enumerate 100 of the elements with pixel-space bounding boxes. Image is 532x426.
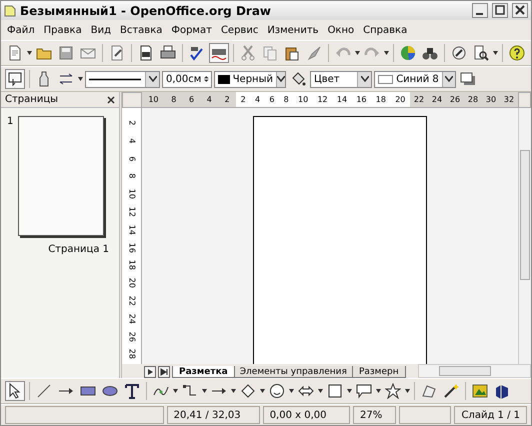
caret-icon[interactable] [173, 389, 178, 393]
smiley-button[interactable] [267, 381, 287, 401]
pie-chart-button[interactable] [398, 43, 418, 63]
wand-icon [443, 383, 459, 399]
square-icon [327, 383, 343, 399]
caret-icon[interactable] [318, 389, 323, 393]
caret-icon[interactable] [260, 389, 265, 393]
vertical-scrollbar[interactable] [518, 108, 531, 364]
fill-bucket-icon [290, 71, 306, 87]
maximize-icon[interactable] [492, 3, 508, 18]
menu-item[interactable]: Изменить [267, 24, 319, 36]
ruler-label: 24 [432, 95, 442, 104]
line-color-dropdown[interactable]: Черный [214, 70, 286, 88]
ruler-label: 6 [189, 95, 194, 104]
diamond-icon [240, 383, 256, 399]
ruler-label: 10 [148, 95, 159, 104]
ruler-label: 20 [126, 276, 137, 290]
menu-item[interactable]: Формат [171, 24, 212, 36]
minimize-icon[interactable] [472, 3, 488, 18]
paste-icon [284, 45, 300, 61]
app-icon [4, 4, 16, 16]
ruler-label: 20 [395, 95, 406, 104]
ruler-label: 30 [486, 95, 496, 104]
line-style-dropdown[interactable] [85, 70, 160, 88]
text-tool-icon [124, 383, 140, 399]
arrow-style-icon [58, 71, 74, 87]
page-thumbnail[interactable] [18, 116, 104, 236]
last-tab-button[interactable] [158, 366, 170, 378]
menu-item[interactable]: Справка [363, 24, 408, 36]
ruler-label: 26 [450, 95, 460, 104]
scrollbar-up-button[interactable] [518, 92, 531, 108]
select-mode-button[interactable] [5, 69, 25, 89]
pointer-button[interactable] [5, 381, 25, 401]
menu-item[interactable]: Вставка [120, 24, 162, 36]
ruler-label: 16 [356, 95, 366, 104]
pie-chart-icon [400, 45, 416, 61]
caret-icon[interactable] [384, 51, 389, 55]
star-icon [385, 383, 401, 399]
cube-icon [494, 383, 510, 399]
help-icon [509, 45, 525, 61]
panel-title: Страницы [5, 94, 58, 105]
ruler-label: 16 [126, 241, 137, 255]
slide-field: Слайд 1 / 1 [454, 406, 527, 424]
caret-icon[interactable] [289, 389, 294, 393]
copy-icon [262, 45, 278, 61]
ruler-label: 2 [240, 95, 246, 104]
caret-icon[interactable] [355, 51, 360, 55]
select-mode-icon [7, 71, 23, 87]
ruler-label: 10 [126, 188, 137, 202]
window-title: Безымянный1 - OpenOffice.org Draw [20, 4, 272, 18]
area-color-dropdown[interactable]: Синий 8 [374, 70, 456, 88]
ruler-label: 2 [126, 119, 137, 128]
caret-icon[interactable] [347, 389, 352, 393]
ruler-label: 22 [126, 294, 137, 308]
ruler-label: 22 [414, 95, 424, 104]
ruler-label: 32 [504, 95, 514, 104]
line-sample-icon [89, 78, 141, 80]
close-icon[interactable] [107, 96, 115, 104]
ruler-label: 12 [317, 95, 328, 104]
layer-tab[interactable]: Разметка [172, 366, 235, 378]
line-width-field[interactable]: 0,00см [162, 70, 212, 88]
menu-item[interactable]: Окно [328, 24, 354, 36]
ruler-label: 12 [126, 206, 137, 219]
next-tab-button[interactable] [144, 366, 156, 378]
text-tool-button[interactable] [122, 381, 142, 401]
caret-icon[interactable] [78, 77, 83, 81]
caret-icon[interactable] [202, 389, 207, 393]
ruler-label: 26 [126, 330, 137, 344]
edit-document-icon [109, 45, 125, 61]
page-label: Страница 1 [48, 244, 109, 255]
ruler-label: 24 [126, 312, 137, 326]
menu-item[interactable]: Файл [7, 24, 35, 36]
layer-tab[interactable]: Размерн [352, 366, 406, 378]
zoom-field: 27% [352, 406, 396, 424]
ruler-label: 4 [126, 137, 137, 146]
speech-bubble-icon [356, 383, 372, 399]
binoculars-icon [422, 45, 438, 61]
caret-icon[interactable] [493, 51, 498, 55]
caret-icon[interactable] [376, 389, 381, 393]
save-icon [58, 45, 74, 61]
layer-tab[interactable]: Элементы управления [232, 366, 354, 378]
ruler-label: 6 [126, 154, 137, 164]
menu-item[interactable]: Сервис [220, 24, 258, 36]
menu-item[interactable]: Правка [44, 24, 82, 36]
help-button[interactable] [507, 43, 527, 63]
double-arrow-icon [298, 383, 314, 399]
caret-icon[interactable] [405, 389, 410, 393]
caret-icon[interactable] [27, 51, 32, 55]
area-style-dropdown[interactable]: Цвет [310, 70, 372, 88]
printer-icon [160, 45, 176, 61]
caret-icon[interactable] [231, 389, 236, 393]
star-button[interactable] [383, 381, 403, 401]
menu-item[interactable]: Вид [90, 24, 111, 36]
cut-icon [240, 45, 256, 61]
horizontal-scrollbar[interactable] [418, 364, 531, 378]
ruler-label: 28 [126, 348, 137, 362]
brush-icon [306, 45, 322, 61]
new-document-icon [7, 45, 23, 61]
close-icon[interactable] [512, 3, 528, 18]
autospell-button[interactable] [209, 43, 229, 63]
